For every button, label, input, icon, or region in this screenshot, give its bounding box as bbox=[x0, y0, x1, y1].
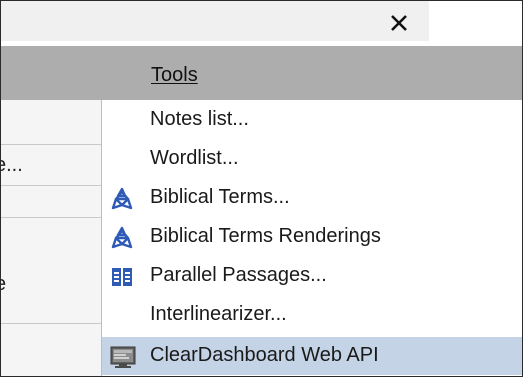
monitor-icon bbox=[110, 345, 136, 369]
menu-item-label: Interlinearizer... bbox=[150, 303, 287, 325]
background-panel: e... e bbox=[1, 100, 101, 376]
menu-tools[interactable]: Tools bbox=[151, 64, 198, 87]
divider bbox=[1, 323, 101, 324]
divider bbox=[1, 185, 101, 186]
menu-item-label: Notes list... bbox=[150, 108, 249, 130]
menu-item-label: ClearDashboard Web API bbox=[150, 344, 379, 366]
close-icon bbox=[391, 15, 407, 31]
menu-item-biblical-terms-renderings[interactable]: Biblical Terms Renderings bbox=[102, 218, 522, 256]
menu-bar: Tools bbox=[1, 46, 522, 100]
menu-item-label: Parallel Passages... bbox=[150, 264, 327, 286]
biblical-terms-renderings-icon bbox=[110, 226, 134, 250]
title-bar-right bbox=[429, 1, 522, 41]
menu-item-biblical-terms[interactable]: Biblical Terms... bbox=[102, 179, 522, 217]
app-window: Tools e... e Notes list... Wordlist... bbox=[0, 0, 523, 377]
background-text-fragment: e... bbox=[1, 154, 23, 176]
biblical-terms-icon bbox=[110, 187, 134, 211]
menu-item-interlinearizer[interactable]: Interlinearizer... bbox=[102, 296, 522, 334]
menu-item-parallel-passages[interactable]: Parallel Passages... bbox=[102, 257, 522, 295]
menu-item-label: Biblical Terms... bbox=[150, 186, 290, 208]
menu-item-notes-list[interactable]: Notes list... bbox=[102, 101, 522, 139]
menu-item-label: Biblical Terms Renderings bbox=[150, 225, 381, 247]
menu-item-cleardashboard-web-api[interactable]: ClearDashboard Web API bbox=[102, 337, 522, 375]
title-bar bbox=[1, 1, 429, 41]
menu-item-wordlist[interactable]: Wordlist... bbox=[102, 140, 522, 178]
tools-dropdown-menu: Notes list... Wordlist... Biblical Terms… bbox=[101, 100, 522, 376]
close-button[interactable] bbox=[381, 9, 417, 37]
menu-item-label: Wordlist... bbox=[150, 147, 239, 169]
parallel-passages-icon bbox=[110, 265, 134, 289]
divider bbox=[1, 144, 101, 145]
divider bbox=[1, 217, 101, 218]
background-text-fragment: e bbox=[1, 273, 6, 296]
